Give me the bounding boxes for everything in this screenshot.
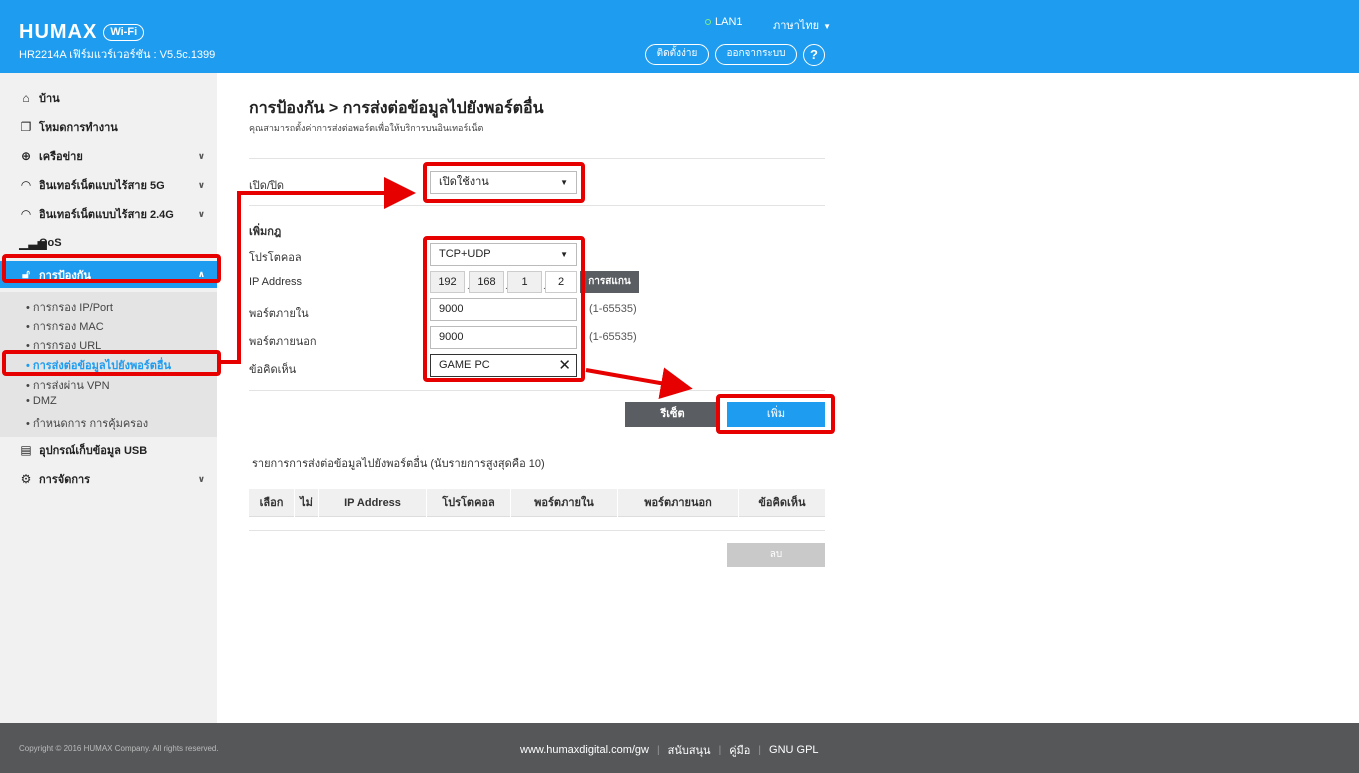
arrow-fields-to-add	[585, 367, 693, 399]
annotation-arrows	[221, 177, 693, 399]
arrow-sidebar-to-enable	[221, 177, 416, 364]
